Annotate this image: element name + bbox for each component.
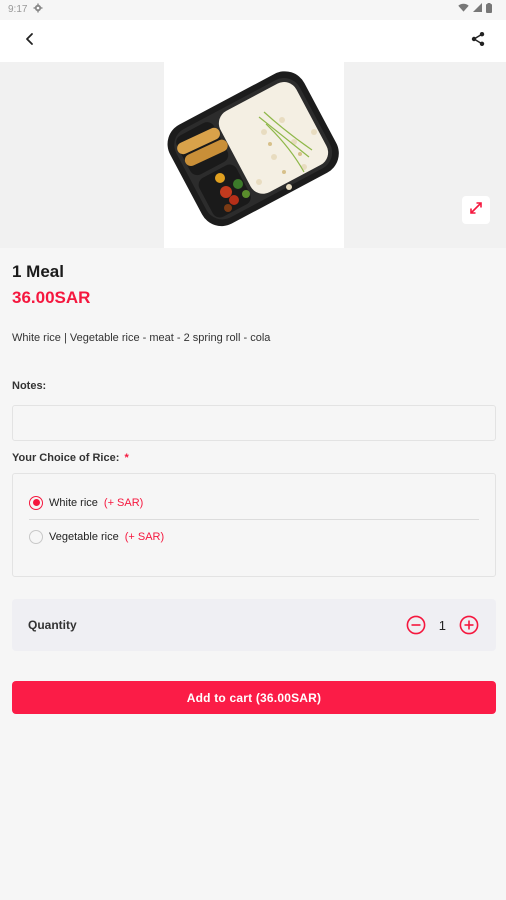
back-button[interactable]: [16, 27, 44, 55]
decrease-quantity-button[interactable]: [405, 614, 427, 636]
option-label: White rice: [49, 496, 98, 509]
minus-circle-icon: [406, 615, 426, 635]
radio-unselected-icon[interactable]: [29, 530, 43, 544]
product-image-area: [0, 62, 506, 248]
product-price: 36.00SAR: [12, 288, 91, 307]
notes-label: Notes:: [12, 380, 47, 392]
option-vegetable-rice[interactable]: Vegetable rice (+ SAR): [29, 520, 479, 554]
option-label: Vegetable rice: [49, 531, 119, 543]
increase-quantity-button[interactable]: [458, 614, 480, 636]
product-image: [164, 62, 344, 248]
quantity-value: 1: [438, 617, 446, 633]
add-to-cart-button[interactable]: Add to cart (36.00SAR): [12, 681, 496, 714]
quantity-label: Quantity: [28, 618, 77, 632]
share-button[interactable]: [464, 27, 492, 55]
share-icon: [470, 31, 486, 52]
rice-options: White rice (+ SAR) Vegetable rice (+ SAR…: [12, 473, 496, 577]
quantity-controls: 1: [405, 614, 480, 636]
settings-icon: [33, 3, 43, 16]
required-marker: *: [124, 452, 129, 464]
signal-icon: [473, 3, 482, 15]
expand-icon: [469, 201, 483, 220]
radio-selected-icon[interactable]: [29, 495, 43, 510]
wifi-icon: [458, 3, 469, 15]
product-details: 1 Meal 36.00SAR White rice | Vegetable r…: [12, 262, 496, 714]
notes-input[interactable]: [12, 405, 496, 441]
status-bar: 9:17: [0, 0, 506, 18]
app-bar: [0, 20, 506, 62]
product-description: White rice | Vegetable rice - meat - 2 s…: [12, 332, 271, 344]
plus-circle-icon: [459, 615, 479, 635]
status-time: 9:17: [8, 3, 28, 15]
rice-choice-label: Your Choice of Rice: *: [12, 452, 496, 464]
rice-choice-title: Your Choice of Rice:: [12, 452, 120, 464]
option-extra-price: (+ SAR): [103, 496, 144, 509]
expand-image-button[interactable]: [462, 196, 490, 224]
arrow-left-icon: [23, 32, 37, 51]
battery-icon: [486, 2, 492, 16]
quantity-stepper: Quantity 1: [12, 599, 496, 651]
product-name: 1 Meal: [12, 262, 64, 281]
option-extra-price: (+ SAR): [124, 531, 165, 543]
option-white-rice[interactable]: White rice (+ SAR): [29, 486, 479, 520]
